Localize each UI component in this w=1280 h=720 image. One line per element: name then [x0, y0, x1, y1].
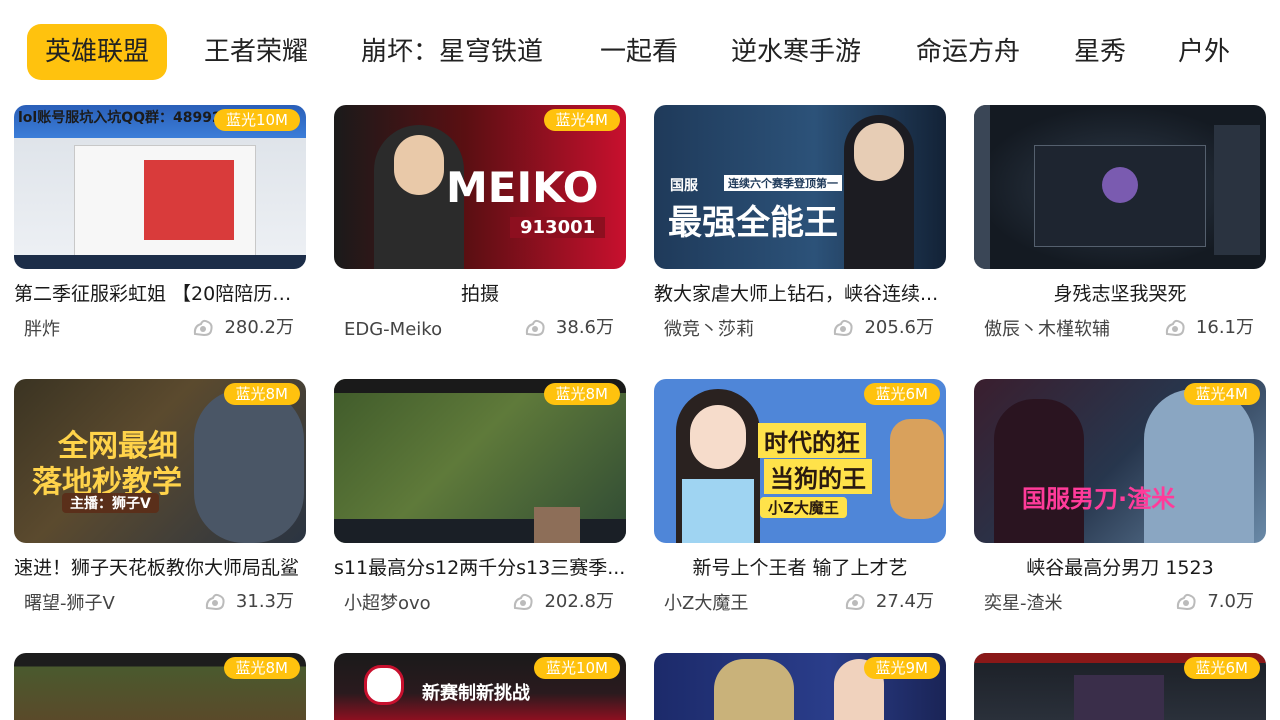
thumbnail-tagline: 连续六个赛季登顶第一 — [724, 175, 842, 191]
stream-card[interactable]: 全网最细 落地秒教学 主播：狮子V 蓝光8M 速进！狮子天花板教你大师局乱鲨 曙… — [14, 379, 306, 614]
quality-badge: 蓝光10M — [213, 109, 300, 131]
stream-thumbnail[interactable]: 国服男刀·渣米 蓝光4M — [974, 379, 1266, 543]
view-count: 205.6万 — [832, 315, 934, 341]
view-count-value: 27.4万 — [875, 591, 934, 612]
tab-star-rail[interactable]: 崩坏：星穹铁道 — [361, 24, 543, 80]
streamer-name: 奕星-渣米 — [984, 593, 1063, 614]
view-count-value: 38.6万 — [555, 317, 614, 338]
eye-icon — [845, 593, 865, 611]
thumbnail-caption: 时代的狂 — [758, 423, 866, 458]
tab-justice-mobile[interactable]: 逆水寒手游 — [731, 24, 861, 80]
stream-card[interactable]: 蓝光8M s11最高分s12两千分s13三赛季... 小超梦ovo 202.8万 — [334, 379, 626, 614]
stream-title: 新号上个王者 输了上才艺 — [692, 557, 908, 579]
view-count-value: 7.0万 — [1207, 591, 1254, 612]
view-count-value: 16.1万 — [1195, 317, 1254, 338]
eye-icon — [194, 319, 214, 337]
eye-icon — [1165, 319, 1185, 337]
quality-badge: 蓝光9M — [863, 657, 940, 679]
eye-icon — [514, 593, 534, 611]
tab-outdoor[interactable]: 户外 — [1178, 24, 1230, 80]
quality-badge: 蓝光10M — [533, 657, 620, 679]
stream-thumbnail[interactable]: 时代的狂 当狗的王 小Z大魔王 蓝光6M — [654, 379, 946, 543]
thumbnail-tagline: 主播：狮子V — [62, 493, 159, 513]
stream-card[interactable]: 新赛制新挑战 蓝光10M — [334, 653, 626, 720]
thumbnail-subcaption: 国服 — [670, 178, 698, 194]
stream-title: 第二季征服彩虹姐 【20陪陪历险... — [14, 283, 306, 305]
streamer-name: 小Z大魔王 — [664, 593, 749, 614]
view-count: 280.2万 — [192, 315, 294, 341]
quality-badge: 蓝光4M — [1183, 383, 1260, 405]
thumbnail-caption: 新赛制新挑战 — [422, 683, 530, 704]
view-count: 31.3万 — [204, 589, 294, 615]
eye-icon — [205, 593, 225, 611]
stream-thumbnail[interactable]: lol账号服坑入坑QQ群：48992 蓝光10M — [14, 105, 306, 269]
stream-card[interactable]: 国服男刀·渣米 蓝光4M 峡谷最高分男刀 1523 奕星-渣米 7.0万 — [974, 379, 1266, 614]
stream-title: s11最高分s12两千分s13三赛季... — [334, 557, 626, 579]
view-count-value: 280.2万 — [224, 317, 294, 338]
stream-thumbnail[interactable]: 新赛制新挑战 蓝光10M — [334, 653, 626, 720]
stream-card[interactable]: 蓝光9M — [654, 653, 946, 720]
view-count-value: 202.8万 — [544, 591, 614, 612]
stream-thumbnail[interactable] — [974, 105, 1266, 269]
thumbnail-subcaption: 913001 — [510, 217, 606, 238]
stream-card[interactable]: 身残志坚我哭死 傲辰丶木槿软辅 16.1万 — [974, 105, 1266, 340]
quality-badge: 蓝光6M — [1183, 657, 1260, 679]
streamer-name: 胖炸 — [24, 319, 60, 340]
view-count: 16.1万 — [1164, 315, 1254, 341]
view-count-value: 205.6万 — [864, 317, 934, 338]
streamer-name: 小超梦ovo — [344, 593, 431, 614]
stream-card[interactable]: 时代的狂 当狗的王 小Z大魔王 蓝光6M 新号上个王者 输了上才艺 小Z大魔王 … — [654, 379, 946, 614]
stream-title: 拍摄 — [460, 283, 499, 305]
view-count: 202.8万 — [512, 589, 614, 615]
stream-card[interactable]: 蓝光6M — [974, 653, 1266, 720]
streamer-name: 傲辰丶木槿软辅 — [984, 319, 1110, 340]
quality-badge: 蓝光4M — [543, 109, 620, 131]
eye-icon — [834, 319, 854, 337]
stream-card[interactable]: lol账号服坑入坑QQ群：48992 蓝光10M 第二季征服彩虹姐 【20陪陪历… — [14, 105, 306, 340]
tab-star-show[interactable]: 星秀 — [1074, 24, 1126, 80]
thumbnail-art — [974, 105, 1266, 269]
thumbnail-caption: lol账号服坑入坑QQ群：48992 — [18, 110, 222, 126]
thumbnail-caption: 国服男刀·渣米 — [1022, 485, 1176, 513]
view-count-value: 31.3万 — [235, 591, 294, 612]
view-count: 27.4万 — [844, 589, 934, 615]
quality-badge: 蓝光8M — [543, 383, 620, 405]
streamer-name: 曙望-狮子V — [24, 593, 115, 614]
stream-thumbnail[interactable]: MEIKO 913001 蓝光4M — [334, 105, 626, 269]
stream-thumbnail[interactable]: 蓝光6M — [974, 653, 1266, 720]
thumbnail-caption: MEIKO — [446, 163, 599, 212]
stream-card[interactable]: 国服 连续六个赛季登顶第一 最强全能王 教大家虐大师上钻石，峡谷连续... 微竞… — [654, 105, 946, 340]
eye-icon — [1177, 593, 1196, 611]
stream-thumbnail[interactable]: 蓝光8M — [334, 379, 626, 543]
stream-title: 峡谷最高分男刀 1523 — [1026, 557, 1214, 579]
stream-thumbnail[interactable]: 蓝光9M — [654, 653, 946, 720]
stream-title: 身残志坚我哭死 — [1053, 283, 1187, 305]
streamer-name: EDG-Meiko — [344, 319, 443, 340]
quality-badge: 蓝光8M — [223, 383, 300, 405]
thumbnail-subcaption: 当狗的王 — [764, 459, 872, 494]
view-count: 38.6万 — [524, 315, 614, 341]
tab-lol[interactable]: 英雄联盟 — [27, 24, 168, 80]
eye-icon — [525, 319, 545, 337]
stream-thumbnail[interactable]: 蓝光8M — [14, 653, 306, 720]
tab-lost-ark[interactable]: 命运方舟 — [916, 24, 1020, 80]
thumbnail-caption: 最强全能王 — [668, 203, 838, 243]
streamer-name: 微竞丶莎莉 — [664, 319, 754, 340]
stream-card[interactable]: 蓝光8M — [14, 653, 306, 720]
tab-honor-of-kings[interactable]: 王者荣耀 — [204, 24, 308, 80]
view-count: 7.0万 — [1175, 589, 1254, 615]
quality-badge: 蓝光6M — [863, 383, 940, 405]
quality-badge: 蓝光8M — [223, 657, 300, 679]
stream-thumbnail[interactable]: 全网最细 落地秒教学 主播：狮子V 蓝光8M — [14, 379, 306, 543]
stream-title: 教大家虐大师上钻石，峡谷连续... — [654, 283, 939, 305]
tab-watch-together[interactable]: 一起看 — [600, 24, 678, 80]
stream-thumbnail[interactable]: 国服 连续六个赛季登顶第一 最强全能王 — [654, 105, 946, 269]
stream-card[interactable]: MEIKO 913001 蓝光4M 拍摄 EDG-Meiko 38.6万 — [334, 105, 626, 340]
category-tabs: 英雄联盟 王者荣耀 崩坏：星穹铁道 一起看 逆水寒手游 命运方舟 星秀 户外 — [0, 0, 1280, 104]
stream-title: 速进！狮子天花板教你大师局乱鲨 — [14, 557, 300, 579]
thumbnail-tagline: 小Z大魔王 — [760, 497, 847, 518]
